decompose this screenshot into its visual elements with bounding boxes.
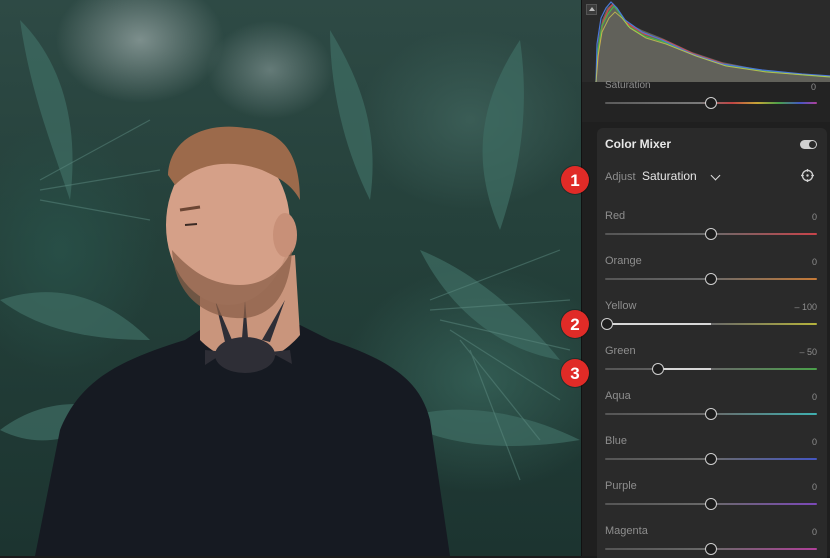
green-slider-fill: [658, 368, 711, 370]
red-slider-thumb[interactable]: [705, 228, 717, 240]
photo-canvas: [0, 0, 581, 556]
callout-badge-2: 2: [561, 310, 589, 338]
orange-slider-thumb[interactable]: [705, 273, 717, 285]
magenta-label: Magenta: [605, 525, 648, 537]
saturation-label: Saturation: [605, 80, 651, 91]
aqua-slider-thumb[interactable]: [705, 408, 717, 420]
yellow-slider-fill: [605, 323, 711, 325]
magenta-value[interactable]: 0: [777, 527, 817, 537]
histogram-graph: [595, 1, 830, 82]
magenta-slider-thumb[interactable]: [705, 543, 717, 555]
green-slider-track[interactable]: [605, 368, 817, 370]
saturation-value[interactable]: 0: [790, 82, 816, 92]
green-slider-thumb[interactable]: [652, 363, 664, 375]
portrait-photo: [0, 20, 580, 556]
aqua-value[interactable]: 0: [777, 392, 817, 402]
adjust-label: Adjust: [605, 171, 636, 183]
yellow-label: Yellow: [605, 300, 637, 312]
color-mixer-title[interactable]: Color Mixer: [605, 137, 671, 151]
blue-value[interactable]: 0: [777, 437, 817, 447]
purple-slider-thumb[interactable]: [705, 498, 717, 510]
aqua-label: Aqua: [605, 390, 631, 402]
red-value[interactable]: 0: [777, 212, 817, 222]
green-value[interactable]: – 50: [777, 347, 817, 357]
callout-badge-3: 3: [561, 359, 589, 387]
blue-label: Blue: [605, 435, 628, 447]
color-mixer-section: [597, 128, 827, 558]
color-mixer-toggle[interactable]: [800, 140, 817, 149]
orange-value[interactable]: 0: [777, 257, 817, 267]
callout-badge-1: 1: [561, 166, 589, 194]
purple-value[interactable]: 0: [777, 482, 817, 492]
adjust-dropdown[interactable]: Saturation: [642, 169, 697, 183]
yellow-slider-thumb[interactable]: [601, 318, 613, 330]
red-label: Red: [605, 210, 626, 222]
orange-label: Orange: [605, 255, 642, 267]
blue-slider-thumb[interactable]: [705, 453, 717, 465]
targeted-adjustment-icon[interactable]: [801, 169, 814, 182]
histogram: [582, 0, 830, 83]
green-label: Green: [605, 345, 636, 357]
purple-label: Purple: [605, 480, 637, 492]
saturation-thumb[interactable]: [705, 97, 717, 109]
yellow-value[interactable]: – 100: [777, 302, 817, 312]
